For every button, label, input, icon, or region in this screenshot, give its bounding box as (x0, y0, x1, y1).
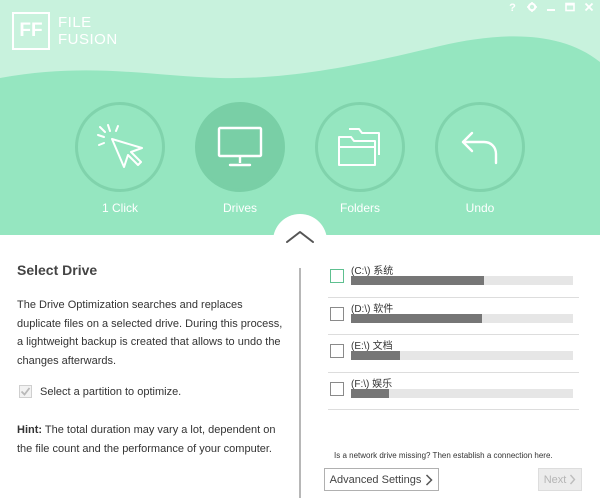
hint-body: The total duration may vary a lot, depen… (17, 424, 276, 455)
drive-row-e[interactable]: (E:\) 文档 (328, 335, 579, 373)
monitor-icon (217, 126, 263, 167)
mode-label: Drives (222, 201, 257, 215)
partition-checkbox[interactable] (19, 385, 32, 398)
drive-usage-bar (351, 276, 573, 285)
close-icon[interactable] (583, 2, 594, 15)
next-label: Next (543, 473, 567, 486)
mode-drives[interactable]: Drives (195, 102, 285, 215)
drive-usage-bar (351, 388, 573, 398)
partition-checkbox-row: Select a partition to optimize. (19, 385, 181, 398)
mode-circle[interactable] (195, 102, 285, 192)
chevron-right-icon (570, 474, 576, 485)
header: FF FILE FUSION ? 1 Click Drives Folders … (0, 0, 600, 235)
hint-text: Hint: The total duration may vary a lot,… (17, 421, 285, 458)
mode-circle[interactable] (435, 102, 525, 192)
collapse-toggle[interactable] (273, 214, 327, 268)
mode-circle[interactable] (315, 102, 405, 192)
partition-label: Select a partition to optimize. (40, 385, 182, 398)
undo-arrow-icon (461, 131, 498, 165)
maximize-icon[interactable] (564, 2, 575, 15)
mode-selector: 1 Click Drives Folders Undo (75, 102, 525, 215)
mode-label: Undo (465, 201, 495, 215)
app-logo: FF FILE FUSION (12, 12, 118, 50)
panel-divider (299, 258, 301, 498)
drive-usage-bar (351, 313, 573, 323)
drive-checkbox[interactable] (330, 269, 344, 283)
drive-usage-fill (351, 276, 485, 285)
mode-undo[interactable]: Undo (435, 102, 525, 215)
minimize-icon[interactable] (545, 2, 556, 15)
chevron-right-icon (426, 473, 433, 486)
click-cursor-icon (97, 124, 143, 168)
advanced-settings-button[interactable]: Advanced Settings (324, 468, 439, 491)
network-drive-link[interactable]: Is a network drive missing? Then establi… (334, 451, 553, 460)
logo-text: FILE FUSION (58, 14, 118, 48)
drive-checkbox[interactable] (330, 306, 344, 321)
help-button[interactable]: ? (507, 2, 518, 15)
drive-usage-fill (351, 313, 482, 323)
drive-name: (E:\) 文档 (351, 341, 393, 352)
hint-label: Hint: (17, 424, 43, 436)
mode-folders[interactable]: Folders (315, 102, 405, 215)
drive-row-f[interactable]: (F:\) 娱乐 (328, 373, 579, 410)
checkmark-icon (20, 387, 31, 396)
next-button[interactable]: Next (538, 468, 582, 491)
drive-usage-bar (351, 351, 573, 360)
drive-checkbox[interactable] (330, 344, 344, 358)
drive-row-d[interactable]: (D:\) 软件 (328, 298, 579, 335)
drive-description: The Drive Optimization searches and repl… (17, 299, 283, 367)
drive-name: (F:\) 娱乐 (351, 378, 393, 390)
drive-usage-fill (351, 388, 389, 398)
drive-usage-fill (351, 351, 400, 360)
window-controls: ? (507, 2, 594, 15)
logo-line-2: FUSION (58, 31, 118, 48)
section-title: Select Drive (17, 262, 98, 278)
advanced-settings-label: Advanced Settings (329, 473, 422, 486)
drive-list: (C:\) 系统 (D:\) 软件 (E:\) 文档 (F:\) 娱乐 (328, 260, 579, 410)
drive-row-c[interactable]: (C:\) 系统 (328, 260, 579, 298)
folders-icon (338, 128, 380, 166)
drive-checkbox[interactable] (330, 381, 344, 396)
drive-name: (C:\) 系统 (351, 266, 394, 277)
mode-label: Folders (339, 201, 380, 215)
logo-mark: FF (12, 12, 50, 50)
logo-line-1: FILE (58, 14, 92, 31)
mode-circle[interactable] (75, 102, 165, 192)
gear-icon[interactable] (526, 2, 537, 15)
mode-one-click[interactable]: 1 Click (75, 102, 165, 215)
left-panel: Select Drive The Drive Optimization sear… (0, 235, 300, 500)
chevron-up-icon (286, 231, 314, 243)
mode-label: 1 Click (101, 201, 138, 215)
drive-name: (D:\) 软件 (351, 303, 394, 315)
